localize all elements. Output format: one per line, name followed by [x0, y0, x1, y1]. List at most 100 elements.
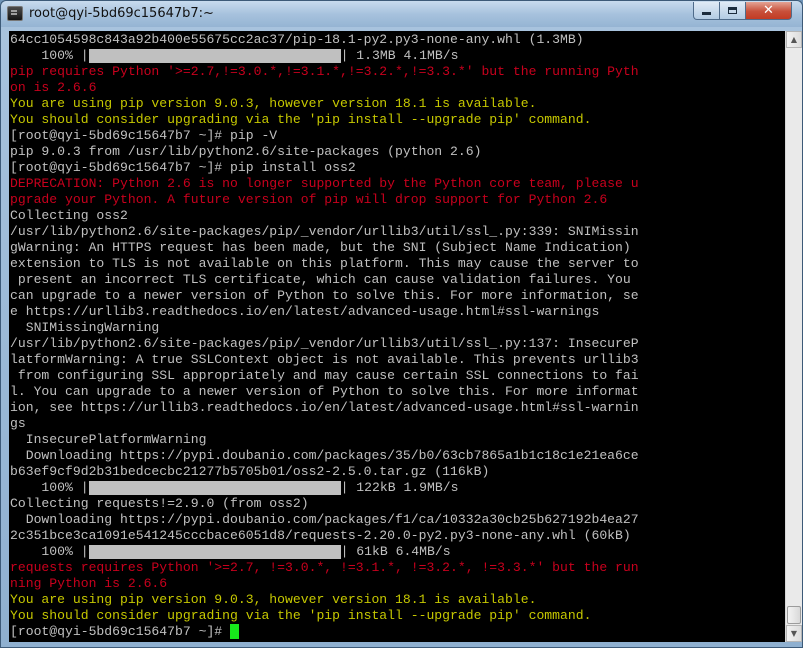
terminal-line: latformWarning: A true SSLContext object… [10, 352, 785, 368]
terminal-line-text: Collecting requests!=2.9.0 (from oss2) [10, 496, 309, 511]
terminal-line-text: e https://urllib3.readthedocs.io/en/late… [10, 304, 600, 319]
terminal-line-text: pgrade your Python. A future version of … [10, 192, 608, 207]
terminal-line-text: [root@qyi-5bd69c15647b7 ~]# [10, 624, 231, 639]
terminal-line: 64cc1054598c843a92b400e55675cc2ac37/pip-… [10, 32, 785, 48]
terminal-line-text: You are using pip version 9.0.3, however… [10, 96, 537, 111]
progress-stats: | 61kB 6.4MB/s [340, 544, 451, 559]
terminal-line: 100% | | 1.3MB 4.1MB/s [10, 48, 785, 64]
terminal-line-text: pip 9.0.3 from /usr/lib/python2.6/site-p… [10, 144, 482, 159]
terminal-line: Collecting requests!=2.9.0 (from oss2) [10, 496, 785, 512]
maximize-button[interactable] [720, 2, 746, 20]
terminal-icon[interactable] [7, 6, 23, 21]
terminal-line-text: gWarning: An HTTPS request has been made… [10, 240, 631, 255]
terminal-line-text: DEPRECATION: Python 2.6 is no longer sup… [10, 176, 639, 191]
terminal-line-text: /usr/lib/python2.6/site-packages/pip/_ve… [10, 336, 639, 351]
text-cursor [230, 624, 240, 639]
progress-stats: | 1.3MB 4.1MB/s [340, 48, 459, 63]
arrow-down-icon: ▼ [790, 629, 798, 638]
terminal-line: ion, see https://urllib3.readthedocs.io/… [10, 400, 785, 416]
terminal-line: extension to TLS is not available on thi… [10, 256, 785, 272]
close-icon: ✕ [763, 3, 774, 18]
terminal-line-text: 100% | [10, 480, 89, 495]
terminal-line-text: extension to TLS is not available on thi… [10, 256, 639, 271]
terminal-line-text: present an incorrect TLS certificate, wh… [10, 272, 631, 287]
title-bar[interactable]: root@qyi-5bd69c15647b7:~ ✕ [1, 1, 802, 27]
terminal-line: InsecurePlatformWarning [10, 432, 785, 448]
terminal-line-text: 100% | [10, 544, 89, 559]
terminal-line: can upgrade to a newer version of Python… [10, 288, 785, 304]
terminal-line: on is 2.6.6 [10, 80, 785, 96]
arrow-up-icon: ▲ [790, 35, 798, 44]
terminal-line-text: 64cc1054598c843a92b400e55675cc2ac37/pip-… [10, 32, 584, 47]
terminal-line-text: /usr/lib/python2.6/site-packages/pip/_ve… [10, 224, 639, 239]
terminal-line: gs [10, 416, 785, 432]
minimize-button[interactable] [693, 2, 720, 20]
terminal-line-text: You should consider upgrading via the 'p… [10, 608, 592, 623]
terminal-line-text: [root@qyi-5bd69c15647b7 ~]# pip install … [10, 160, 356, 175]
terminal-line: /usr/lib/python2.6/site-packages/pip/_ve… [10, 224, 785, 240]
terminal-line-text: InsecurePlatformWarning [10, 432, 207, 447]
terminal-line: e https://urllib3.readthedocs.io/en/late… [10, 304, 785, 320]
terminal-line-text: Downloading https://pypi.doubanio.com/pa… [10, 512, 639, 527]
terminal-line-text: You are using pip version 9.0.3, however… [10, 592, 537, 607]
terminal-line-text: ning Python is 2.6.6 [10, 576, 168, 591]
terminal-line: [root@qyi-5bd69c15647b7 ~]# pip -V [10, 128, 785, 144]
terminal-line: pgrade your Python. A future version of … [10, 192, 785, 208]
terminal-line-text: 2c351bce3ca1091e541245cccbace6051d8/requ… [10, 528, 631, 543]
terminal-line: l. You can upgrade to a newer version of… [10, 384, 785, 400]
terminal-line: [root@qyi-5bd69c15647b7 ~]# pip install … [10, 160, 785, 176]
terminal-line: SNIMissingWarning [10, 320, 785, 336]
terminal-line-text: can upgrade to a newer version of Python… [10, 288, 639, 303]
terminal-line-text: ion, see https://urllib3.readthedocs.io/… [10, 400, 639, 415]
terminal-line: Downloading https://pypi.doubanio.com/pa… [10, 448, 785, 464]
terminal-line-text: 100% | [10, 48, 89, 63]
terminal-line: You are using pip version 9.0.3, however… [10, 96, 785, 112]
progress-bar [88, 481, 341, 495]
terminal-line-text: pip requires Python '>=2.7,!=3.0.*,!=3.1… [10, 64, 639, 79]
scroll-up-button[interactable]: ▲ [786, 31, 802, 48]
terminal-line-text: b63ef9cf9d2b31bedcecbc21277b5705b01/oss2… [10, 464, 490, 479]
close-button[interactable]: ✕ [746, 2, 792, 20]
terminal-line: You are using pip version 9.0.3, however… [10, 592, 785, 608]
scroll-down-button[interactable]: ▼ [786, 625, 802, 642]
terminal-line: b63ef9cf9d2b31bedcecbc21277b5705b01/oss2… [10, 464, 785, 480]
progress-stats: | 122kB 1.9MB/s [340, 480, 459, 495]
terminal-line: 2c351bce3ca1091e541245cccbace6051d8/requ… [10, 528, 785, 544]
maximize-icon [728, 7, 737, 14]
scrollbar-thumb[interactable] [787, 606, 801, 624]
terminal-line: ning Python is 2.6.6 [10, 576, 785, 592]
terminal-line-text: Downloading https://pypi.doubanio.com/pa… [10, 448, 639, 463]
terminal-window: root@qyi-5bd69c15647b7:~ ✕ 64cc1054598c8… [0, 0, 803, 648]
terminal-line: pip requires Python '>=2.7,!=3.0.*,!=3.1… [10, 64, 785, 80]
terminal-line: present an incorrect TLS certificate, wh… [10, 272, 785, 288]
terminal-line: You should consider upgrading via the 'p… [10, 608, 785, 624]
terminal-line-text: SNIMissingWarning [10, 320, 160, 335]
terminal-line: Downloading https://pypi.doubanio.com/pa… [10, 512, 785, 528]
terminal-line: 100% | | 122kB 1.9MB/s [10, 480, 785, 496]
window-title: root@qyi-5bd69c15647b7:~ [29, 6, 214, 21]
terminal-line-text: l. You can upgrade to a newer version of… [10, 384, 639, 399]
terminal-line-text: You should consider upgrading via the 'p… [10, 112, 592, 127]
terminal-text: 64cc1054598c843a92b400e55675cc2ac37/pip-… [9, 31, 785, 640]
terminal-output[interactable]: 64cc1054598c843a92b400e55675cc2ac37/pip-… [9, 31, 785, 642]
terminal-line-text: Collecting oss2 [10, 208, 128, 223]
terminal-line-text: [root@qyi-5bd69c15647b7 ~]# pip -V [10, 128, 278, 143]
terminal-line: from configuring SSL appropriately and m… [10, 368, 785, 384]
terminal-line: You should consider upgrading via the 'p… [10, 112, 785, 128]
terminal-line: pip 9.0.3 from /usr/lib/python2.6/site-p… [10, 144, 785, 160]
terminal-line: [root@qyi-5bd69c15647b7 ~]# [10, 624, 785, 640]
terminal-line: Collecting oss2 [10, 208, 785, 224]
progress-bar [88, 545, 341, 559]
terminal-line: gWarning: An HTTPS request has been made… [10, 240, 785, 256]
minimize-icon [702, 12, 711, 15]
vertical-scrollbar[interactable]: ▲ ▼ [785, 31, 802, 642]
terminal-line-text: requests requires Python '>=2.7, !=3.0.*… [10, 560, 639, 575]
terminal-line-text: gs [10, 416, 26, 431]
terminal-line: DEPRECATION: Python 2.6 is no longer sup… [10, 176, 785, 192]
terminal-line: requests requires Python '>=2.7, !=3.0.*… [10, 560, 785, 576]
terminal-line-text: from configuring SSL appropriately and m… [10, 368, 639, 383]
progress-bar [88, 49, 341, 63]
terminal-line-text: latformWarning: A true SSLContext object… [10, 352, 639, 367]
terminal-line: 100% | | 61kB 6.4MB/s [10, 544, 785, 560]
terminal-line-text: on is 2.6.6 [10, 80, 97, 95]
